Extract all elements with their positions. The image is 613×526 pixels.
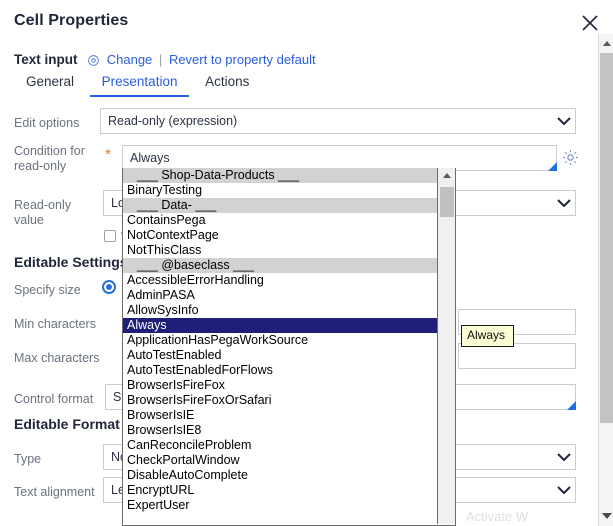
dropdown-scrollbar[interactable]: [437, 168, 455, 524]
autocomplete-option[interactable]: BrowserIsFireFox: [123, 378, 437, 393]
tab-actions[interactable]: Actions: [193, 72, 261, 95]
scroll-up-arrow-icon[interactable]: [438, 168, 455, 185]
edit-options-select[interactable]: Read-only (expression): [100, 108, 576, 134]
autocomplete-option[interactable]: NotThisClass: [123, 243, 437, 258]
autocomplete-option[interactable]: AccessibleErrorHandling: [123, 273, 437, 288]
edit-options-label: Edit options: [14, 116, 80, 130]
required-marker: *: [105, 146, 111, 163]
type-label: Type: [14, 452, 42, 466]
page-title: Cell Properties: [14, 12, 129, 29]
autocomplete-option[interactable]: BinaryTesting: [123, 183, 437, 198]
autocomplete-option[interactable]: AdminPASA: [123, 288, 437, 303]
watermark-checkbox[interactable]: [104, 230, 116, 242]
autocomplete-group-header: ___ @baseclass ___: [123, 258, 437, 273]
autocomplete-group-header: ___ Shop-Data-Products ___: [123, 168, 437, 183]
autocomplete-option-list: ___ Shop-Data-Products ___ BinaryTesting _…: [123, 168, 437, 513]
autocomplete-option[interactable]: EncryptURL: [123, 483, 437, 498]
autocomplete-option[interactable]: ContainsPega: [123, 213, 437, 228]
page-scrollbar-thumb[interactable]: [600, 53, 613, 423]
autocomplete-option[interactable]: ExpertUser: [123, 498, 437, 513]
gear-icon[interactable]: [561, 148, 580, 167]
autocomplete-option[interactable]: CheckPortalWindow: [123, 453, 437, 468]
autocomplete-option[interactable]: AutoTestEnabledForFlows: [123, 363, 437, 378]
read-only-value-label: Read-only value: [14, 198, 71, 227]
autocomplete-option[interactable]: NotContextPage: [123, 228, 437, 243]
tab-general[interactable]: General: [14, 72, 86, 95]
control-name: Text input: [14, 52, 78, 67]
autocomplete-option[interactable]: AutoTestEnabled: [123, 348, 437, 363]
autocomplete-option[interactable]: BrowserIsIE: [123, 408, 437, 423]
editable-settings-heading: Editable Settings: [14, 254, 128, 270]
activate-windows-watermark: Activate W: [466, 509, 529, 524]
text-alignment-label: Text alignment: [14, 485, 95, 499]
page-scrollbar[interactable]: [598, 34, 613, 526]
autocomplete-dropdown[interactable]: ___ Shop-Data-Products ___ BinaryTesting _…: [122, 168, 456, 526]
revert-to-property-default-link[interactable]: Revert to property default: [169, 52, 316, 67]
autocomplete-group-header: ___ Data- ___: [123, 198, 437, 213]
tooltip: Always: [461, 325, 515, 347]
tab-presentation[interactable]: Presentation: [89, 72, 190, 97]
autocomplete-option[interactable]: DisableAutoComplete: [123, 468, 437, 483]
target-icon[interactable]: [87, 54, 100, 70]
link-separator: |: [158, 52, 163, 67]
autocomplete-option[interactable]: AllowSysInfo: [123, 303, 437, 318]
autocomplete-option[interactable]: Always: [123, 318, 437, 333]
change-link[interactable]: Change: [107, 52, 153, 67]
min-characters-label: Min characters: [14, 317, 96, 331]
condition-for-read-only-label: Condition for read-only: [14, 144, 85, 173]
control-header-row: Text input Change | Revert to property d…: [14, 52, 316, 70]
control-format-label: Control format: [14, 392, 94, 406]
scroll-down-arrow-icon[interactable]: [600, 509, 613, 522]
dropdown-scrollbar-thumb[interactable]: [440, 187, 454, 217]
autocomplete-option[interactable]: BrowserIsFireFoxOrSafari: [123, 393, 437, 408]
editable-format-heading: Editable Format: [14, 416, 120, 432]
specify-size-label: Specify size: [14, 283, 81, 297]
max-characters-label: Max characters: [14, 351, 100, 365]
autocomplete-option[interactable]: ApplicationHasPegaWorkSource: [123, 333, 437, 348]
autocomplete-option[interactable]: CanReconcileProblem: [123, 438, 437, 453]
specify-size-radio[interactable]: [102, 280, 116, 294]
autocomplete-option[interactable]: BrowserIsIE8: [123, 423, 437, 438]
close-icon[interactable]: [578, 11, 602, 35]
tab-bar: General Presentation Actions: [14, 72, 261, 98]
scroll-up-arrow-icon[interactable]: [600, 36, 613, 49]
